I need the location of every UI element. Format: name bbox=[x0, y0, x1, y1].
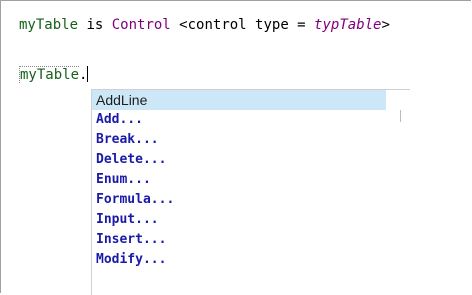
autocomplete-item-insert[interactable]: Insert... bbox=[92, 230, 166, 250]
identifier-mytable-current: myTable bbox=[19, 66, 80, 83]
code-line-current[interactable]: myTable. bbox=[19, 66, 89, 84]
type-name: typTable bbox=[314, 17, 382, 33]
code-editor[interactable]: myTable is Control <control type = typTa… bbox=[0, 0, 471, 295]
autocomplete-scrollbar[interactable] bbox=[392, 90, 410, 295]
keyword-is: is bbox=[78, 17, 112, 33]
autocomplete-item-enum[interactable]: Enum... bbox=[92, 170, 151, 190]
code-line-declaration[interactable]: myTable is Control <control type = typTa… bbox=[19, 16, 390, 34]
autocomplete-popup[interactable]: AddLine Add... Break... Delete... Enum..… bbox=[91, 89, 410, 295]
autocomplete-item-add[interactable]: Add... bbox=[92, 110, 143, 130]
identifier-mytable: myTable bbox=[19, 17, 79, 33]
autocomplete-item-modify[interactable]: Modify... bbox=[92, 250, 166, 270]
member-access-dot: . bbox=[79, 67, 88, 83]
autocomplete-item-break[interactable]: Break... bbox=[92, 130, 159, 150]
scrollbar-thumb[interactable] bbox=[400, 110, 401, 122]
text-caret bbox=[87, 66, 89, 82]
control-type-attr: <control type = bbox=[170, 17, 315, 33]
keyword-control: Control bbox=[111, 17, 171, 33]
autocomplete-item-input[interactable]: Input... bbox=[92, 210, 159, 230]
autocomplete-item-addline[interactable]: AddLine bbox=[92, 90, 386, 110]
closing-bracket: > bbox=[381, 17, 390, 33]
autocomplete-item-delete[interactable]: Delete... bbox=[92, 150, 166, 170]
autocomplete-item-formula[interactable]: Formula... bbox=[92, 190, 174, 210]
